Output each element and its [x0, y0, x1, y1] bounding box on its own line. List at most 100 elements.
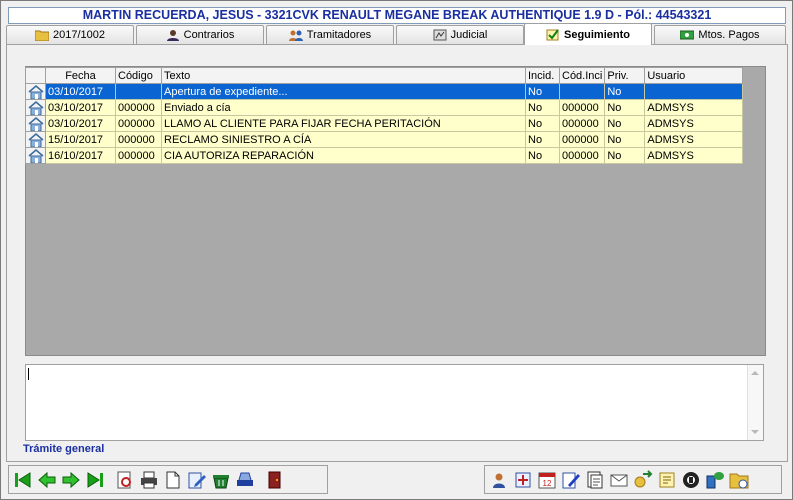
table-row[interactable]: 03/10/2017 000000 LLAMO AL CLIENTE PARA … — [25, 115, 744, 132]
settings-button[interactable] — [512, 468, 534, 492]
cell-incid[interactable]: No — [525, 147, 560, 164]
row-indicator[interactable] — [25, 99, 46, 116]
cell-priv[interactable]: No — [604, 147, 646, 164]
court-icon — [433, 29, 447, 41]
tab-label: Contrarios — [183, 29, 235, 41]
search-document-button[interactable] — [114, 468, 136, 492]
notes-button[interactable] — [656, 468, 678, 492]
cell-incid[interactable]: No — [525, 131, 560, 148]
table-row[interactable]: 15/10/2017 000000 RECLAMO SINIESTRO A CÍ… — [25, 131, 744, 148]
person-icon — [166, 30, 179, 41]
documents-icon — [587, 471, 603, 488]
cell-priv[interactable]: No — [604, 131, 646, 148]
tab-mtos-pagos[interactable]: Mtos. Pagos — [654, 25, 786, 44]
cell-usuario[interactable] — [644, 83, 744, 100]
cell-cod-inci[interactable]: 000000 — [558, 99, 606, 116]
print-button[interactable] — [138, 468, 160, 492]
column-header-texto[interactable]: Texto — [161, 67, 526, 84]
cell-incid[interactable]: No — [525, 83, 560, 100]
table-row[interactable]: 03/10/2017 Apertura de expediente... No … — [25, 83, 744, 100]
folder-clock-button[interactable] — [728, 468, 750, 492]
house-icon — [28, 132, 43, 147]
table-row[interactable]: 03/10/2017 000000 Enviado a cía No 00000… — [25, 99, 744, 116]
write-button[interactable] — [560, 468, 582, 492]
cell-fecha[interactable]: 03/10/2017 — [45, 115, 116, 132]
money-icon — [680, 30, 695, 40]
cell-texto[interactable]: Apertura de expediente... — [161, 83, 526, 100]
cell-fecha[interactable]: 03/10/2017 — [45, 83, 116, 100]
column-header-cod-inci[interactable]: Cód.Inci — [558, 67, 606, 84]
cell-fecha[interactable]: 15/10/2017 — [45, 131, 116, 148]
cell-fecha[interactable]: 16/10/2017 — [45, 147, 116, 164]
tab-label: 2017/1002 — [53, 29, 105, 41]
row-indicator[interactable] — [25, 131, 46, 148]
cell-cod-inci[interactable]: 000000 — [558, 115, 606, 132]
tab-seguimiento[interactable]: Seguimiento — [524, 23, 652, 45]
new-document-button[interactable] — [162, 468, 184, 492]
row-indicator[interactable] — [25, 83, 46, 100]
money-transfer-icon — [634, 469, 653, 487]
row-indicator[interactable] — [25, 147, 46, 164]
column-header-fecha[interactable]: Fecha — [45, 67, 116, 84]
scanner-button[interactable] — [234, 468, 256, 492]
money-transfer-button[interactable] — [632, 468, 654, 492]
user-button[interactable] — [488, 468, 510, 492]
calendar-icon: 12 — [538, 472, 556, 488]
column-header-usuario[interactable]: Usuario — [644, 67, 744, 84]
edit-button[interactable] — [186, 468, 208, 492]
cell-texto[interactable]: Enviado a cía — [161, 99, 526, 116]
column-header-priv[interactable]: Priv. — [604, 67, 646, 84]
tab-contrarios[interactable]: Contrarios — [136, 25, 264, 44]
sms-button[interactable] — [704, 468, 726, 492]
first-record-button[interactable] — [12, 468, 34, 492]
cell-codigo[interactable]: 000000 — [115, 147, 162, 164]
phone-button[interactable] — [680, 468, 702, 492]
exit-button[interactable] — [264, 468, 286, 492]
email-button[interactable] — [608, 468, 630, 492]
cell-priv[interactable]: No — [604, 99, 646, 116]
next-record-button[interactable] — [60, 468, 82, 492]
cell-usuario[interactable]: ADMSYS — [644, 99, 744, 116]
cell-usuario[interactable]: ADMSYS — [644, 115, 744, 132]
email-icon — [610, 474, 628, 486]
table-row[interactable]: 16/10/2017 000000 CIA AUTORIZA REPARACIÓ… — [25, 147, 744, 164]
cell-cod-inci[interactable]: 000000 — [558, 131, 606, 148]
cell-texto[interactable]: LLAMO AL CLIENTE PARA FIJAR FECHA PERITA… — [161, 115, 526, 132]
notes-memo[interactable] — [25, 364, 764, 441]
cell-incid[interactable]: No — [525, 99, 560, 116]
edit-icon — [188, 472, 206, 488]
cell-codigo[interactable] — [115, 83, 162, 100]
last-record-icon — [87, 471, 103, 488]
memo-scrollbar[interactable] — [747, 365, 763, 440]
users-icon — [288, 30, 303, 41]
cell-priv[interactable]: No — [604, 83, 646, 100]
cell-codigo[interactable]: 000000 — [115, 115, 162, 132]
cell-codigo[interactable]: 000000 — [115, 131, 162, 148]
scanner-icon — [237, 472, 253, 486]
tab-tramitadores[interactable]: Tramitadores — [266, 25, 394, 44]
column-header-incid[interactable]: Incid. — [525, 67, 560, 84]
cell-fecha[interactable]: 03/10/2017 — [45, 99, 116, 116]
last-record-button[interactable] — [84, 468, 106, 492]
cell-priv[interactable]: No — [604, 115, 646, 132]
search-document-icon — [117, 471, 131, 488]
scroll-down-icon[interactable] — [751, 430, 759, 434]
cell-usuario[interactable]: ADMSYS — [644, 147, 744, 164]
cell-cod-inci[interactable]: 000000 — [558, 147, 606, 164]
cell-cod-inci[interactable] — [558, 83, 606, 100]
cell-codigo[interactable]: 000000 — [115, 99, 162, 116]
cell-usuario[interactable]: ADMSYS — [644, 131, 744, 148]
calendar-button[interactable]: 12 — [536, 468, 558, 492]
seguimiento-grid: Fecha Código Texto Incid. Cód.Inci Priv.… — [25, 67, 744, 164]
column-header-codigo[interactable]: Código — [115, 67, 162, 84]
tab-judicial[interactable]: Judicial — [396, 25, 524, 44]
tab-expediente[interactable]: 2017/1002 — [6, 25, 134, 44]
documents-button[interactable] — [584, 468, 606, 492]
cell-incid[interactable]: No — [525, 115, 560, 132]
cell-texto[interactable]: CIA AUTORIZA REPARACIÓN — [161, 147, 526, 164]
previous-record-button[interactable] — [36, 468, 58, 492]
delete-button[interactable] — [210, 468, 232, 492]
scroll-up-icon[interactable] — [751, 371, 759, 375]
row-indicator[interactable] — [25, 115, 46, 132]
cell-texto[interactable]: RECLAMO SINIESTRO A CÍA — [161, 131, 526, 148]
